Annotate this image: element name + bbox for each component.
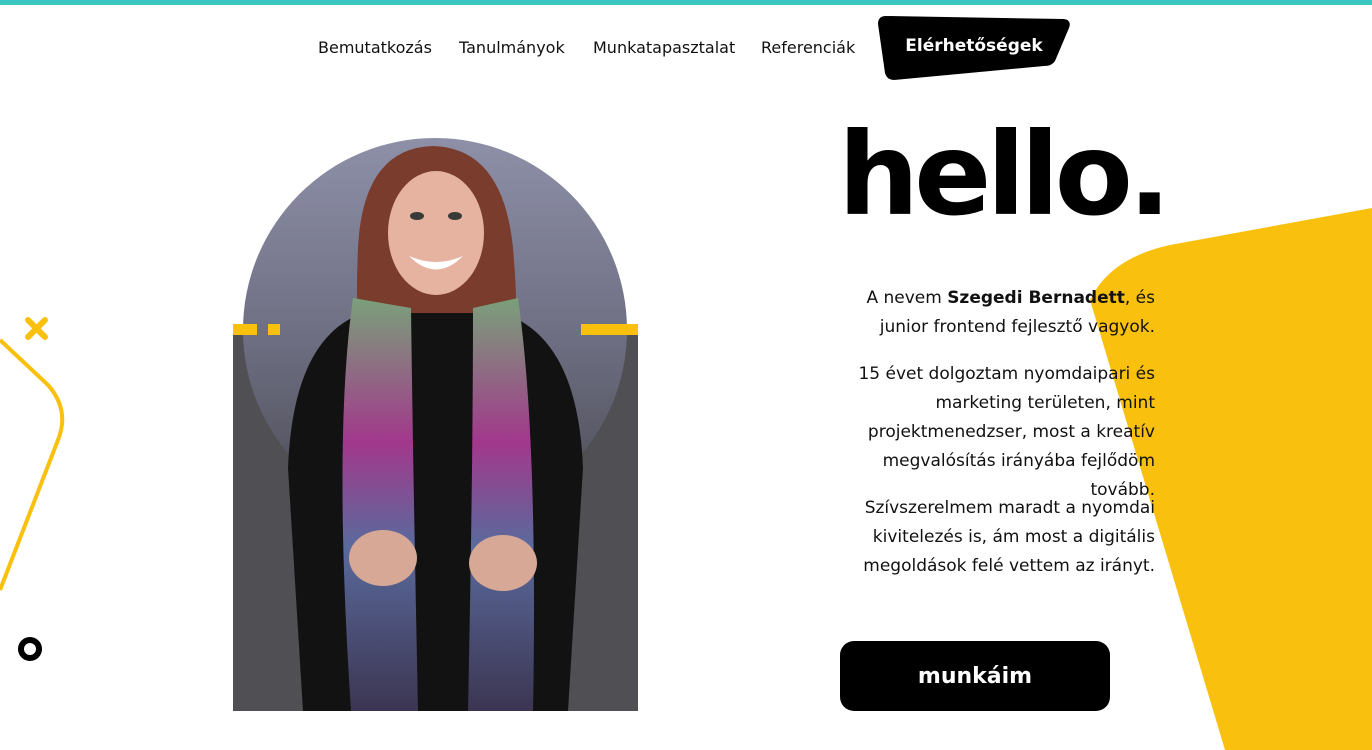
intro-paragraph-2: 15 évet dolgoztam nyomdaipari és marketi… <box>858 364 1155 500</box>
nav-item-tanulmanyok[interactable]: Tanulmányok <box>459 38 565 57</box>
intro-prefix: A nevem <box>866 288 948 308</box>
nav-item-bemutatkozas[interactable]: Bemutatkozás <box>318 38 432 57</box>
hero-greeting: hello. <box>838 108 1171 241</box>
portrait-photo <box>233 138 638 711</box>
decor-layer <box>0 208 1372 750</box>
nav-contact-button[interactable]: Elérhetőségek <box>878 16 1070 80</box>
outline-shape <box>0 338 65 591</box>
ring-icon <box>18 637 42 661</box>
intro-paragraph-1: A nevem Szegedi Bernadett, és junior fro… <box>815 284 1155 342</box>
intro-name: Szegedi Bernadett <box>947 288 1125 308</box>
my-works-button[interactable]: munkáim <box>840 641 1110 711</box>
intro-paragraph-3: Szívszerelmem maradt a nyomdai kivitelez… <box>863 498 1155 576</box>
nav-item-referenciak[interactable]: Referenciák <box>761 38 855 57</box>
nav-item-munkatapasztalat[interactable]: Munkatapasztalat <box>593 38 735 57</box>
nav-contact-label: Elérhetőségek <box>905 36 1043 56</box>
x-mark-icon <box>25 317 48 340</box>
main-nav: Bemutatkozás Tanulmányok Munkatapasztala… <box>0 0 1372 95</box>
